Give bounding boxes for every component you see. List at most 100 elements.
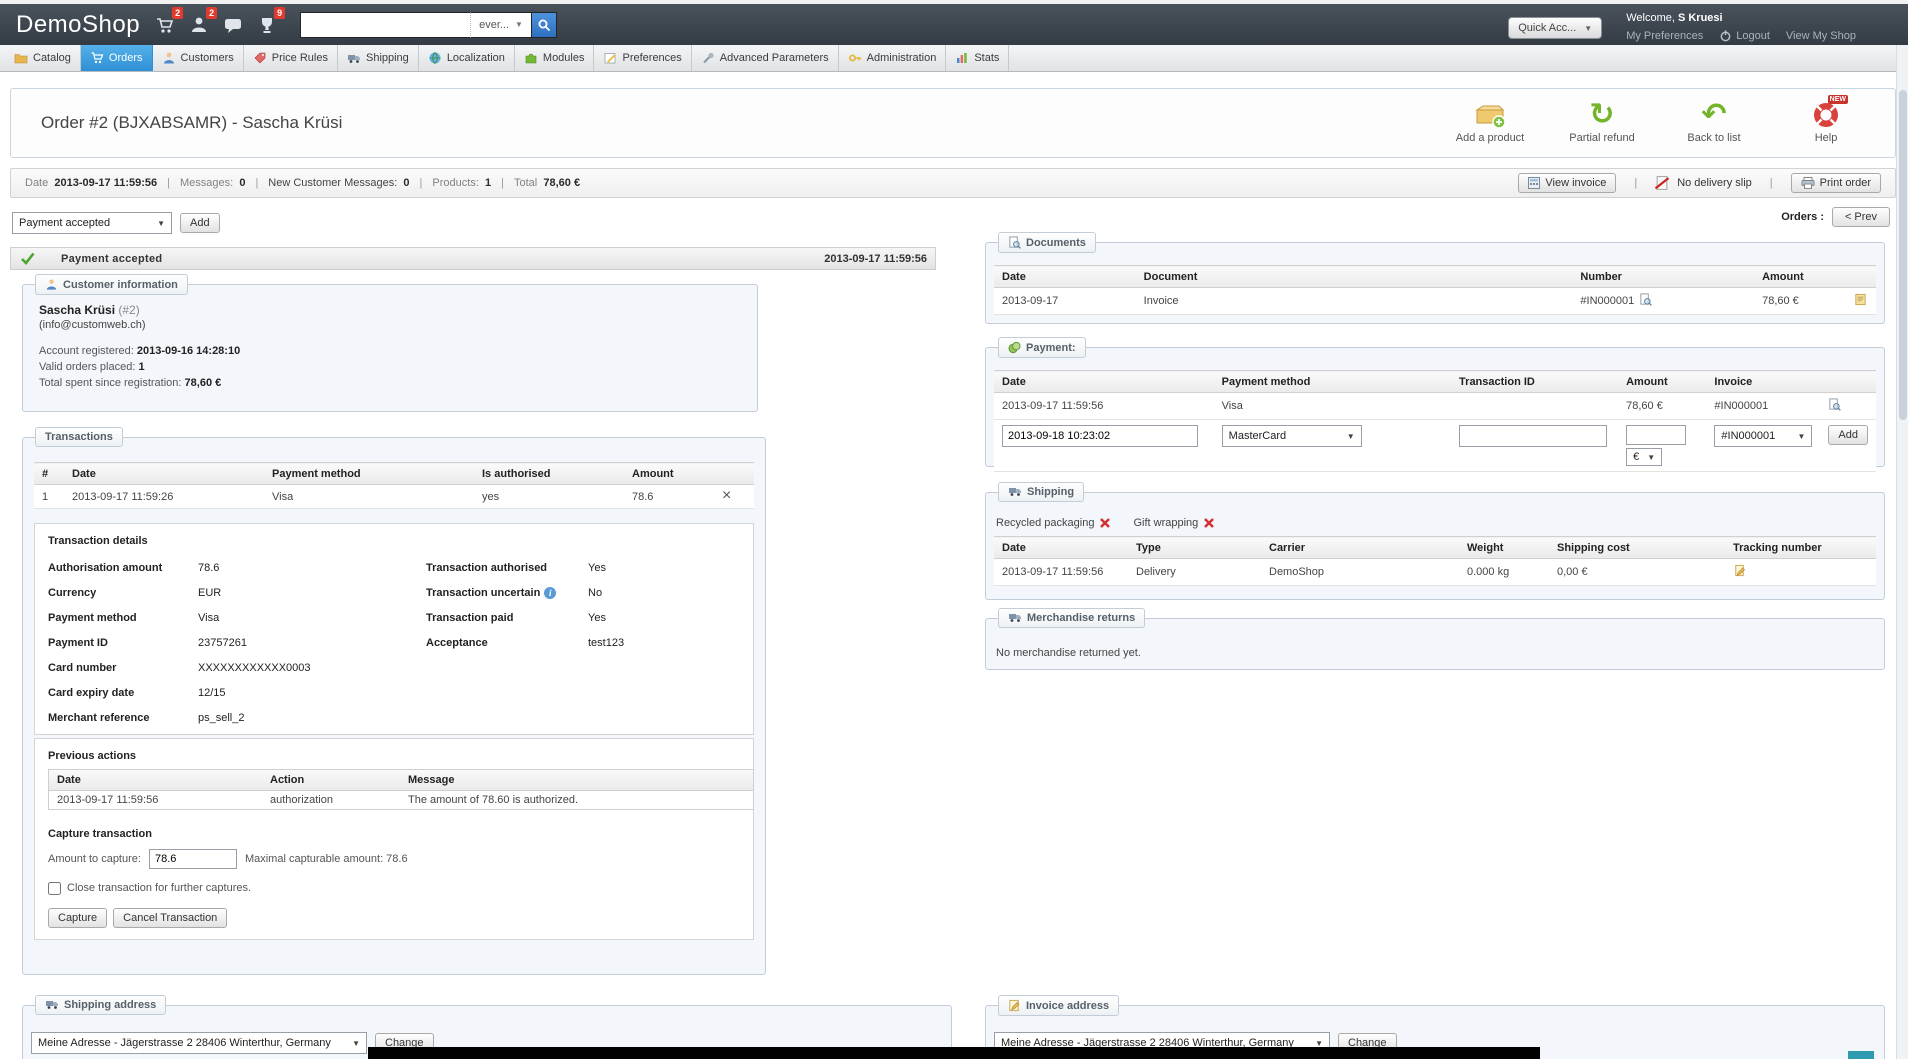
order-total: 78,60 €	[543, 177, 580, 189]
payment-method-select[interactable]: MasterCard▼	[1222, 425, 1362, 447]
person-icon	[45, 278, 58, 291]
cancel-transaction-button[interactable]: Cancel Transaction	[113, 908, 227, 928]
search-button[interactable]	[531, 12, 557, 38]
document-row: 2013-09-17 Invoice #IN000001 78,60 €	[994, 288, 1876, 315]
tab-modules[interactable]: Modules	[515, 45, 595, 71]
order-status-history-row: Payment accepted 2013-09-17 11:59:56	[10, 247, 936, 270]
customers-badge: 2	[206, 7, 217, 19]
col-num: #	[34, 463, 64, 485]
tab-administration[interactable]: Administration	[839, 45, 947, 71]
edit-note-icon[interactable]	[1854, 297, 1867, 309]
partial-refund-button[interactable]: ↻ Partial refund	[1559, 99, 1645, 144]
payment-date-input[interactable]	[1002, 425, 1198, 447]
new-customer-messages-count: 0	[403, 177, 409, 189]
total-spent: Total spent since registration: 78,60 €	[39, 375, 741, 391]
help-button[interactable]: NEW Help	[1783, 99, 1869, 144]
tab-advanced-parameters[interactable]: Advanced Parameters	[692, 45, 839, 71]
shipping-address-select[interactable]: Meine Adresse - Jägerstrasse 2 28406 Win…	[31, 1032, 367, 1054]
tab-localization[interactable]: Localization	[419, 45, 515, 71]
status-date: 2013-09-17 11:59:56	[824, 253, 927, 265]
puzzle-icon	[524, 51, 538, 65]
order-date: 2013-09-17 11:59:56	[54, 177, 157, 189]
view-invoice-button[interactable]: View invoice	[1518, 173, 1616, 193]
tab-shipping[interactable]: Shipping	[338, 45, 419, 71]
truck-icon	[1008, 612, 1022, 624]
previous-actions-table: Date Action Message 2013-09-17 11:59:56 …	[49, 770, 753, 809]
search-input[interactable]	[300, 12, 470, 38]
scrollbar-thumb[interactable]	[1899, 90, 1907, 420]
divider	[1634, 177, 1637, 189]
edit-tracking-icon[interactable]	[1733, 568, 1746, 580]
payment-row: 2013-09-17 11:59:56 Visa 78,60 € #IN0000…	[994, 393, 1876, 420]
quick-access-button[interactable]: Quick Acc... ▼	[1508, 17, 1602, 39]
product-box-icon	[1474, 101, 1506, 129]
red-cross-icon	[1203, 517, 1215, 529]
view-document-icon[interactable]	[1639, 293, 1652, 309]
transaction-row[interactable]: 1 2013-09-17 11:59:26 Visa yes 78.6 ×	[34, 485, 754, 509]
customer-information-panel: Customer information Sascha Krüsi (#2) (…	[22, 284, 758, 412]
person-icon	[162, 51, 176, 65]
tab-catalog[interactable]: Catalog	[5, 45, 81, 71]
shop-logo[interactable]: DemoShop	[16, 11, 140, 39]
chevron-down-icon: ▼	[1584, 24, 1592, 33]
check-icon	[20, 252, 35, 265]
print-order-button[interactable]: Print order	[1791, 173, 1881, 193]
add-product-button[interactable]: Add a product	[1447, 99, 1533, 144]
tab-price-rules[interactable]: Price Rules	[244, 45, 338, 71]
scrollbar-track[interactable]	[1896, 45, 1908, 1059]
payment-legend: Payment:	[998, 337, 1086, 358]
messages-icon-button[interactable]	[222, 14, 244, 36]
messages-label: Messages:	[180, 177, 233, 189]
cart-notifications-icon[interactable]: 2	[154, 14, 176, 36]
tab-customers[interactable]: Customers	[153, 45, 244, 71]
col-method: Payment method	[264, 463, 474, 485]
divider	[167, 177, 170, 189]
currency-select[interactable]: €▼	[1626, 448, 1662, 466]
products-label: Products:	[432, 177, 478, 189]
payment-amount-input[interactable]	[1626, 425, 1686, 445]
search-icon	[537, 18, 551, 32]
search-scope-select[interactable]: ever... ▼	[470, 12, 531, 38]
back-to-list-button[interactable]: ↶ Back to list	[1671, 99, 1757, 144]
previous-action-row: 2013-09-17 11:59:56 authorization The am…	[49, 790, 753, 809]
tab-preferences[interactable]: Preferences	[594, 45, 691, 71]
amount-to-capture-input[interactable]	[149, 849, 237, 869]
user-name: S Kruesi	[1678, 12, 1723, 24]
customer-email[interactable]: (info@customweb.ch)	[39, 319, 741, 331]
capture-button[interactable]: Capture	[48, 908, 107, 928]
detail-row: Payment methodVisa	[48, 605, 408, 630]
globe-icon	[428, 51, 442, 65]
view-my-shop-link[interactable]: View My Shop	[1786, 30, 1856, 42]
trophy-notifications-icon[interactable]: 9	[256, 14, 278, 36]
back-arrow-icon: ↶	[1701, 101, 1726, 129]
view-invoice-doc-icon[interactable]	[1828, 402, 1841, 414]
logout-link[interactable]: Logout	[1719, 29, 1770, 42]
gift-wrapping-flag: Gift wrapping	[1133, 517, 1215, 529]
close-transaction-details-icon[interactable]: ×	[722, 487, 731, 504]
my-preferences-link[interactable]: My Preferences	[1626, 30, 1703, 42]
tab-stats[interactable]: Stats	[946, 45, 1009, 71]
customers-notifications-icon[interactable]: 2	[188, 14, 210, 36]
messages-count: 0	[239, 177, 245, 189]
prev-order-button[interactable]: < Prev	[1832, 207, 1890, 227]
user-links: My Preferences Logout View My Shop	[1626, 29, 1856, 42]
tab-orders[interactable]: Orders	[81, 45, 153, 71]
bar-chart-icon	[955, 51, 969, 65]
add-payment-button[interactable]: Add	[1828, 425, 1868, 445]
add-status-button[interactable]: Add	[180, 213, 220, 233]
order-status-select[interactable]: Payment accepted ▼	[12, 212, 172, 234]
notepad-pencil-icon	[603, 51, 617, 65]
info-icon[interactable]: i	[544, 587, 556, 599]
payment-invoice-select[interactable]: #IN000001▼	[1714, 425, 1812, 447]
orders-nav-label: Orders :	[1781, 211, 1824, 223]
close-transaction-checkbox[interactable]	[48, 882, 61, 895]
refund-arrow-icon: ↻	[1589, 101, 1614, 129]
no-delivery-slip-text: No delivery slip	[1677, 177, 1752, 189]
bottom-black-bar	[368, 1047, 1540, 1059]
transaction-actions-box: Previous actions Date Action Message 201…	[34, 738, 754, 940]
folder-icon	[14, 51, 28, 65]
shipping-legend: Shipping	[998, 482, 1084, 502]
documents-panel: Documents Date Document Number Amount 20…	[985, 242, 1885, 324]
valid-orders: Valid orders placed: 1	[39, 359, 741, 375]
transaction-id-input[interactable]	[1459, 425, 1607, 447]
